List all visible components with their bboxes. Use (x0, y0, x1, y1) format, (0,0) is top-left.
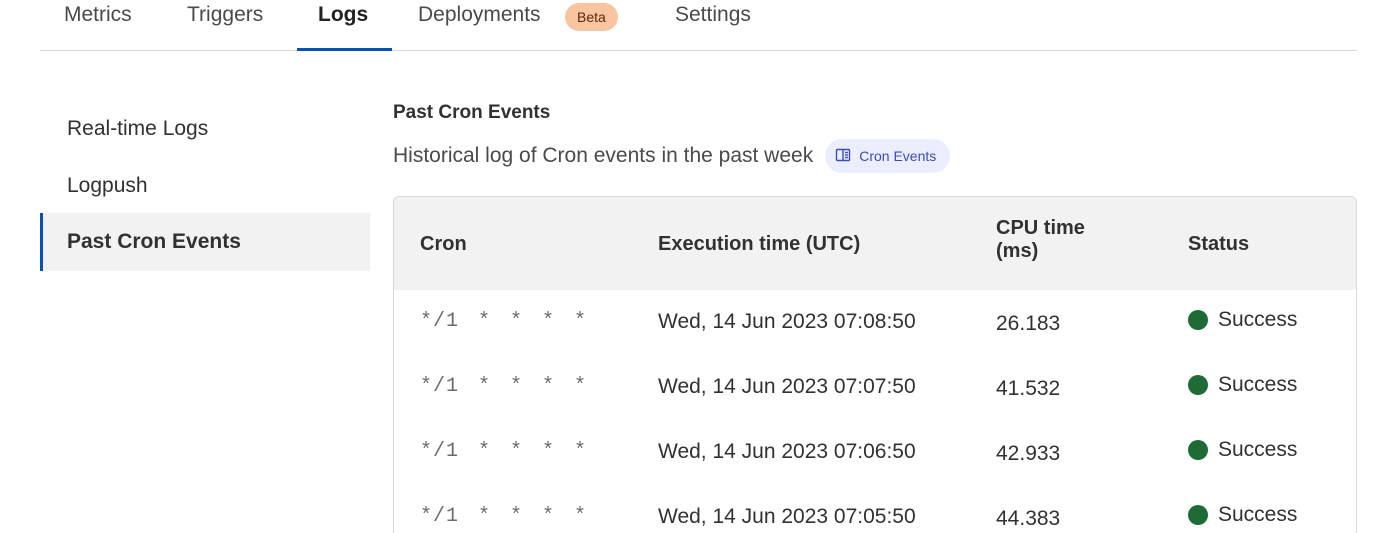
column-header-cron[interactable]: Cron (420, 233, 467, 256)
success-dot-icon (1188, 505, 1208, 525)
tab-settings[interactable]: Settings (675, 3, 751, 27)
cpu-time: 44.383 (996, 507, 1061, 530)
status-badge: Success (1188, 503, 1297, 527)
success-dot-icon (1188, 375, 1208, 395)
table-row[interactable]: */1 * * * * Wed, 14 Jun 2023 07:08:50 26… (394, 290, 1356, 355)
column-header-status[interactable]: Status (1188, 233, 1249, 256)
execution-time: Wed, 14 Jun 2023 07:07:50 (658, 375, 916, 398)
cron-expression: */1 * * * * (420, 505, 588, 528)
cpu-time: 41.532 (996, 377, 1061, 400)
cpu-time-label-line1: CPU time (996, 217, 1085, 239)
execution-time: Wed, 14 Jun 2023 07:08:50 (658, 310, 916, 333)
tab-deployments[interactable]: Deployments (418, 3, 541, 27)
success-dot-icon (1188, 310, 1208, 330)
beta-badge: Beta (565, 3, 618, 31)
status-label: Success (1218, 503, 1298, 526)
execution-time: Wed, 14 Jun 2023 07:06:50 (658, 440, 916, 463)
subtitle-row: Historical log of Cron events in the pas… (393, 138, 951, 174)
cpu-time-label-line2: (ms) (996, 240, 1039, 262)
sidebar-item-logpush[interactable]: Logpush (40, 157, 370, 215)
table-row[interactable]: */1 * * * * Wed, 14 Jun 2023 07:07:50 41… (394, 355, 1356, 420)
cpu-time: 42.933 (996, 442, 1061, 465)
status-label: Success (1218, 373, 1298, 396)
cron-expression: */1 * * * * (420, 440, 588, 463)
status-badge: Success (1188, 308, 1297, 332)
active-tab-indicator (297, 48, 392, 51)
column-header-execution-time[interactable]: Execution time (UTC) (658, 233, 860, 256)
table-row[interactable]: */1 * * * * Wed, 14 Jun 2023 07:06:50 42… (394, 420, 1356, 485)
table-header: Cron Execution time (UTC) CPU time (ms) … (394, 197, 1356, 290)
book-icon (835, 147, 851, 166)
cron-expression: */1 * * * * (420, 375, 588, 398)
cron-events-table: Cron Execution time (UTC) CPU time (ms) … (393, 196, 1357, 533)
sidebar-item-past-cron-events[interactable]: Past Cron Events (40, 213, 370, 271)
status-badge: Success (1188, 438, 1297, 462)
execution-time: Wed, 14 Jun 2023 07:05:50 (658, 505, 916, 528)
success-dot-icon (1188, 440, 1208, 460)
tab-metrics[interactable]: Metrics (64, 3, 132, 27)
tab-logs[interactable]: Logs (318, 3, 368, 27)
table-row[interactable]: */1 * * * * Wed, 14 Jun 2023 07:05:50 44… (394, 485, 1356, 533)
column-header-cpu-time[interactable]: CPU time (ms) (996, 217, 1085, 263)
sidebar-item-real-time-logs[interactable]: Real-time Logs (40, 100, 370, 158)
top-tab-bar: Metrics Triggers Logs Deployments Beta S… (40, 0, 1357, 51)
status-label: Success (1218, 438, 1298, 461)
page-subtitle: Historical log of Cron events in the pas… (393, 144, 814, 167)
cpu-time: 26.183 (996, 312, 1061, 335)
cron-expression: */1 * * * * (420, 310, 588, 333)
tab-triggers[interactable]: Triggers (187, 3, 263, 27)
cron-events-docs-link[interactable]: Cron Events (825, 139, 951, 173)
status-badge: Success (1188, 373, 1297, 397)
page-title: Past Cron Events (393, 102, 551, 123)
status-label: Success (1218, 308, 1298, 331)
docs-link-label: Cron Events (859, 148, 937, 164)
